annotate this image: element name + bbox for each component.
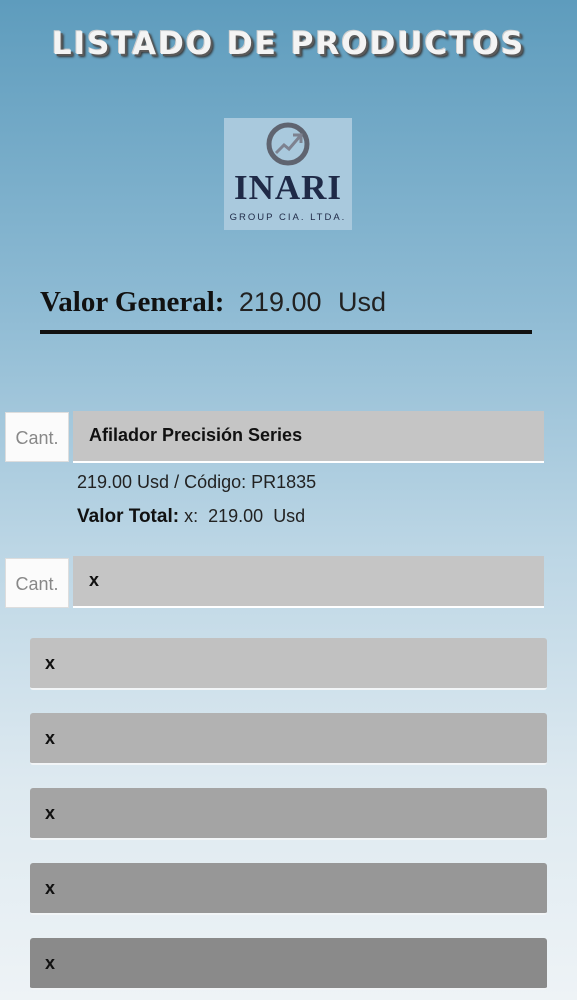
list-item[interactable]: x: [30, 938, 547, 990]
product-total: Valor Total: x: 219.00 Usd: [77, 506, 305, 528]
list-item[interactable]: x: [30, 788, 547, 840]
list-item[interactable]: x: [30, 713, 547, 765]
general-value-label: Valor General:: [40, 286, 225, 318]
general-value-summary: Valor General: 219.00 Usd: [40, 286, 532, 334]
product-total-value: 219.00: [208, 506, 264, 526]
logo-name: INARI: [233, 168, 343, 207]
logo-subtitle: GROUP CIA. LTDA.: [229, 212, 347, 223]
product-total-unit: Usd: [273, 506, 306, 526]
product-name[interactable]: Afilador Precisión Series: [73, 411, 544, 463]
quantity-input[interactable]: Cant.: [5, 412, 69, 462]
product-total-qty: x:: [184, 506, 199, 526]
general-value-amount: 219.00: [238, 287, 322, 317]
product-name[interactable]: x: [73, 556, 544, 608]
product-price-code: 219.00 Usd / Código: PR1835: [77, 472, 317, 492]
general-value-unit: Usd: [337, 287, 386, 317]
list-item[interactable]: x: [30, 638, 547, 690]
product-total-label: Valor Total:: [77, 506, 180, 527]
page-title: LISTADO DE PRODUCTOS: [51, 26, 526, 62]
logo-mark-icon: [266, 122, 310, 166]
quantity-input[interactable]: Cant.: [5, 558, 69, 608]
list-item[interactable]: x: [30, 863, 547, 915]
company-logo: INARI GROUP CIA. LTDA.: [224, 118, 352, 230]
